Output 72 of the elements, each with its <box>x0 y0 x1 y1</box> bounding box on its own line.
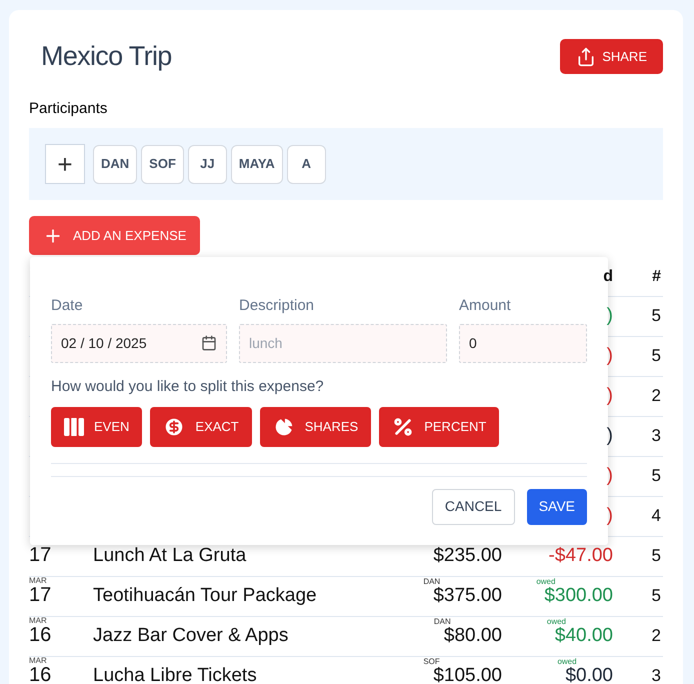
split-option-button[interactable]: PERCENT <box>379 406 500 446</box>
participant-count: 5 <box>652 547 661 564</box>
balance-amount: ) <box>606 306 613 325</box>
balance-amount: $40.00 <box>554 626 613 645</box>
balance-amount: ) <box>606 426 613 445</box>
share-icon <box>576 46 596 66</box>
payer-label: DAN <box>423 578 440 586</box>
balance-amount: ) <box>606 506 613 525</box>
split-option-button[interactable]: SHARES <box>260 406 372 446</box>
participant-chip[interactable]: MAYA <box>230 144 283 184</box>
participant-chip[interactable]: DAN <box>93 144 138 184</box>
trip-title: Mexico Trip <box>41 43 172 70</box>
split-question: How would you like to split this expense? <box>51 376 325 396</box>
participant-count: 5 <box>652 347 661 364</box>
add-participant-button[interactable]: + <box>45 144 85 184</box>
description-field[interactable]: lunch <box>239 324 447 362</box>
balance-amount: ) <box>606 346 613 365</box>
save-button[interactable]: SAVE <box>526 488 587 524</box>
balance-amount: ) <box>606 466 613 485</box>
expense-amount: $235.00 <box>433 546 502 565</box>
expense-description: Jazz Bar Cover & Apps <box>93 626 288 645</box>
balance-label: owed <box>546 618 566 626</box>
participant-count: 3 <box>652 667 661 684</box>
column-header: # <box>652 266 661 286</box>
day-label: 16 <box>29 625 52 645</box>
field-label: Description <box>239 296 316 316</box>
calendar-icon[interactable] <box>201 334 217 350</box>
split-option-button[interactable]: EVEN <box>51 406 142 446</box>
participant-count: 5 <box>652 467 661 484</box>
dollar-icon <box>163 416 186 438</box>
pie-chart-icon <box>272 416 295 438</box>
balance-label: owed <box>536 578 556 586</box>
participant-chip[interactable]: SOF <box>141 144 184 184</box>
expense-description: Lunch At La Gruta <box>93 546 246 565</box>
participant-count: 5 <box>652 307 661 324</box>
cancel-button[interactable]: CANCEL <box>432 488 515 524</box>
expense-amount: $105.00 <box>433 666 502 684</box>
participants-label: Participants <box>29 101 108 116</box>
expense-description: Teotihuacán Tour Package <box>93 586 317 605</box>
payer-label: DAN <box>434 618 451 626</box>
month-label: MAR <box>29 617 48 625</box>
expense-amount: $80.00 <box>444 626 502 645</box>
participant-count: 4 <box>652 507 661 524</box>
columns-icon <box>64 418 84 436</box>
participant-count: 5 <box>652 587 661 604</box>
balance-amount: $0.00 <box>565 666 613 684</box>
date-field[interactable]: 02 / 10 / 2025 <box>51 324 227 362</box>
balance-amount: ) <box>606 386 613 405</box>
day-label: 17 <box>29 545 52 565</box>
payer-label: SOF <box>423 658 440 666</box>
column-header: d <box>603 266 613 286</box>
percent-icon <box>392 416 414 438</box>
participant-count: 2 <box>652 627 661 644</box>
field-label: Date <box>51 296 84 316</box>
participant-chip[interactable]: JJ <box>188 144 227 184</box>
split-option-button[interactable]: EXACT <box>150 406 252 446</box>
field-label: Amount <box>459 296 512 316</box>
amount-field[interactable]: 0 <box>459 324 587 362</box>
participant-chip[interactable]: A <box>286 144 326 184</box>
balance-amount: -$47.00 <box>548 546 613 565</box>
expense-amount: $375.00 <box>433 586 502 605</box>
participant-count: 3 <box>652 427 661 444</box>
balance-amount: $300.00 <box>544 586 613 605</box>
balance-label: owed <box>557 658 577 666</box>
add-expense-button[interactable]: ADD AN EXPENSE <box>29 216 200 255</box>
share-button[interactable]: SHARE <box>560 39 663 74</box>
expense-description: Lucha Libre Tickets <box>93 666 257 684</box>
day-label: 17 <box>29 585 52 605</box>
day-label: 16 <box>29 665 52 684</box>
participant-count: 2 <box>652 387 661 404</box>
month-label: MAR <box>29 657 48 665</box>
month-label: MAR <box>29 577 48 585</box>
